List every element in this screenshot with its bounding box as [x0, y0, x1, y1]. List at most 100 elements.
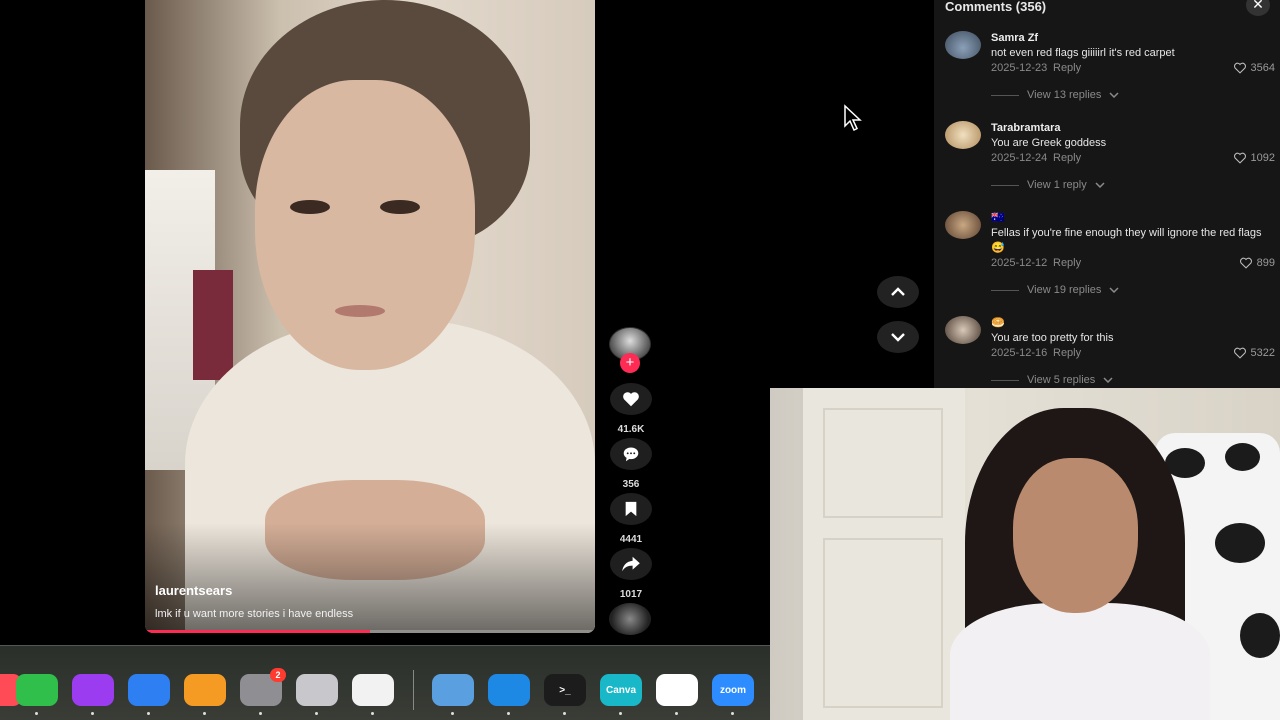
comment-text: You are too pretty for this: [991, 332, 1114, 344]
comment-date: 2025-12-24: [991, 152, 1048, 164]
view-replies-button[interactable]: View 13 replies: [991, 89, 1119, 101]
dock-app-pages-icon[interactable]: [184, 674, 226, 706]
chevron-down-icon: [891, 333, 905, 342]
chevron-down-icon: [1103, 377, 1113, 383]
previous-video-button[interactable]: [877, 276, 919, 308]
comment-item: Samra Zf not even red flags giiiiirl it'…: [945, 31, 1275, 109]
heart-outline-icon: [1233, 62, 1246, 74]
creator-avatar-wrap[interactable]: +: [609, 327, 651, 373]
comment-like-button[interactable]: 3564: [1233, 62, 1275, 74]
music-disc-icon[interactable]: [609, 603, 651, 635]
comment-like-button[interactable]: 899: [1239, 257, 1275, 269]
comment-icon[interactable]: [610, 438, 652, 470]
dock-running-indicator: [731, 712, 734, 715]
heart-outline-icon: [1239, 257, 1252, 269]
save-count: 4441: [619, 534, 643, 545]
dock-app-system-settings-icon[interactable]: 2: [240, 668, 286, 706]
heart-outline-icon: [1233, 347, 1246, 359]
share-count: 1017: [619, 589, 643, 600]
like-count: 41.6K: [617, 424, 645, 435]
webcam-overlay: [770, 388, 1280, 720]
dock-app-podcasts-icon[interactable]: [72, 674, 114, 706]
next-video-button[interactable]: [877, 321, 919, 353]
comment-date: 2025-12-12: [991, 257, 1048, 269]
follow-button[interactable]: +: [620, 353, 640, 373]
divider: [991, 94, 1019, 96]
save-action[interactable]: 4441: [610, 493, 652, 545]
dock-running-indicator: [91, 712, 94, 715]
dock-running-indicator: [675, 712, 678, 715]
notification-badge: 2: [270, 668, 286, 682]
view-replies-label: View 1 reply: [1027, 179, 1087, 191]
dock-running-indicator: [315, 712, 318, 715]
heart-icon[interactable]: [610, 383, 652, 415]
dock-app-bluetooth-icon[interactable]: [488, 674, 530, 706]
commenter-avatar[interactable]: [945, 121, 981, 149]
dock-app-numbers-icon[interactable]: [16, 674, 58, 706]
dock-running-indicator: [619, 712, 622, 715]
commenter-avatar[interactable]: [945, 31, 981, 59]
dock-running-indicator: [371, 712, 374, 715]
dock-app-zoom-icon[interactable]: zoom: [712, 674, 754, 706]
divider: [991, 289, 1019, 291]
chair-pattern: [1240, 613, 1280, 658]
webcam-person-face: [1013, 458, 1138, 613]
video-username[interactable]: laurentsears: [155, 583, 232, 598]
comment-like-button[interactable]: 1092: [1233, 152, 1275, 164]
screen: laurentsears lmk if u want more stories …: [0, 0, 1280, 720]
dock-app-iphone-mirroring-icon[interactable]: [296, 674, 338, 706]
dock-app-canva-icon[interactable]: Canva: [600, 674, 642, 706]
dock-running-indicator: [147, 712, 150, 715]
commenter-name[interactable]: Tarabramtara: [991, 122, 1061, 134]
chevron-up-icon: [891, 287, 905, 296]
comment-like-button[interactable]: 5322: [1233, 347, 1275, 359]
view-replies-label: View 13 replies: [1027, 89, 1102, 101]
comment-text: Fellas if you're fine enough they will i…: [991, 227, 1262, 254]
comment-date: 2025-12-23: [991, 62, 1048, 74]
comment-text: not even red flags giiiiirl it's red car…: [991, 47, 1175, 59]
dock-app-terminal-icon[interactable]: >_: [544, 674, 586, 706]
dock-app-vs-code-icon[interactable]: [656, 674, 698, 706]
dock-running-indicator: [507, 712, 510, 715]
reply-button[interactable]: Reply: [1053, 257, 1081, 269]
comments-panel: Comments (356) ✕ Samra Zf not even red f…: [934, 0, 1280, 388]
dock-app-preview-icon[interactable]: [432, 674, 474, 706]
view-replies-label: View 5 replies: [1027, 374, 1096, 386]
like-action[interactable]: 41.6K: [610, 383, 652, 435]
reply-button[interactable]: Reply: [1053, 347, 1081, 359]
chevron-down-icon: [1095, 182, 1105, 188]
commenter-avatar[interactable]: [945, 211, 981, 239]
comment-date: 2025-12-16: [991, 347, 1048, 359]
dock-separator: [413, 670, 414, 710]
video-progress-bar[interactable]: [145, 630, 595, 633]
share-icon[interactable]: [610, 548, 652, 580]
comment-like-count: 3564: [1250, 62, 1275, 74]
view-replies-button[interactable]: View 1 reply: [991, 179, 1105, 191]
comments-title: Comments (356): [945, 0, 1047, 14]
dock-app-freeform-icon[interactable]: [352, 674, 394, 706]
view-replies-button[interactable]: View 19 replies: [991, 284, 1119, 296]
reply-button[interactable]: Reply: [1053, 152, 1081, 164]
door-panel: [823, 538, 943, 708]
reply-button[interactable]: Reply: [1053, 62, 1081, 74]
view-replies-button[interactable]: View 5 replies: [991, 374, 1113, 386]
commenter-name[interactable]: 🇦🇺: [991, 211, 1005, 224]
dock-running-indicator: [451, 712, 454, 715]
bookmark-icon[interactable]: [610, 493, 652, 525]
comment-action[interactable]: 356: [610, 438, 652, 490]
dock-app-label: Canva: [605, 684, 636, 696]
divider: [991, 379, 1019, 381]
share-action[interactable]: 1017: [610, 548, 652, 600]
chevron-down-icon: [1109, 92, 1119, 98]
commenter-avatar[interactable]: [945, 316, 981, 344]
door-panel: [823, 408, 943, 518]
commenter-name[interactable]: 🥯: [991, 316, 1005, 329]
video-player[interactable]: laurentsears lmk if u want more stories …: [145, 0, 595, 633]
commenter-name[interactable]: Samra Zf: [991, 32, 1038, 44]
dock-app-keynote-icon[interactable]: [128, 674, 170, 706]
chair-pattern: [1215, 523, 1265, 563]
comment-count: 356: [622, 479, 640, 490]
comment-like-count: 1092: [1250, 152, 1275, 164]
close-comments-button[interactable]: ✕: [1246, 0, 1270, 16]
chevron-down-icon: [1109, 287, 1119, 293]
